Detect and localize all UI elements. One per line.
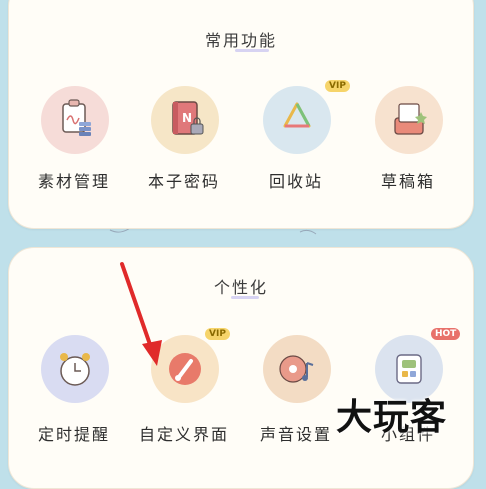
draft-box-button[interactable]: 草稿箱 — [363, 86, 453, 191]
personalization-card: 个性化 定时提醒 VIP 自定义界面 声音设置 HOT 小组件 — [8, 247, 474, 489]
item-label: 本子密码 — [147, 172, 220, 191]
section-title: 常用功能 — [204, 31, 277, 50]
item-label: 声音设置 — [259, 425, 332, 444]
vip-badge: VIP — [205, 328, 230, 340]
recycle-bin-button[interactable]: VIP 回收站 — [251, 80, 350, 191]
music-disc-icon — [263, 335, 331, 403]
common-functions-card: 常用功能 素材管理 N 本子密码 VIP 回收站 草稿箱 — [8, 0, 474, 229]
sound-settings-button[interactable]: 声音设置 — [251, 328, 341, 444]
draft-box-icon — [375, 86, 443, 154]
section-title: 个性化 — [213, 278, 268, 297]
item-label: 草稿箱 — [380, 172, 435, 191]
vip-badge: VIP — [325, 80, 350, 92]
hot-badge: HOT — [431, 328, 461, 340]
custom-interface-button[interactable]: VIP 自定义界面 — [139, 328, 230, 444]
svg-text:N: N — [182, 111, 192, 125]
notebook-password-button[interactable]: N 本子密码 — [139, 86, 229, 191]
watermark: 大玩客 — [336, 397, 448, 438]
item-label: 素材管理 — [37, 172, 110, 191]
title-underline — [231, 296, 259, 299]
alarm-clock-icon — [41, 335, 109, 403]
item-label: 自定义界面 — [139, 425, 230, 444]
timed-reminder-button[interactable]: 定时提醒 — [29, 328, 119, 444]
material-clipboard-icon — [41, 86, 109, 154]
item-label: 定时提醒 — [37, 425, 110, 444]
material-manage-button[interactable]: 素材管理 — [29, 86, 119, 191]
recycle-icon — [263, 86, 331, 154]
notebook-lock-icon: N — [151, 86, 219, 154]
paint-brush-icon — [151, 335, 219, 403]
item-label: 回收站 — [268, 172, 323, 191]
title-underline — [235, 49, 269, 52]
